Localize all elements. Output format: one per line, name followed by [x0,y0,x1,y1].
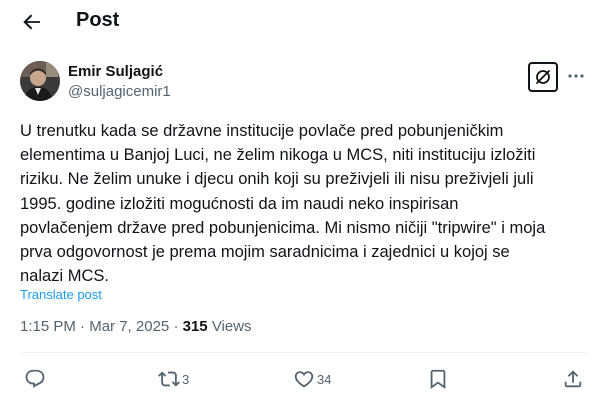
meta-separator: · [173,318,179,335]
views-label: Views [211,318,252,335]
avatar[interactable] [20,61,60,101]
more-options-button[interactable] [566,66,586,86]
arrow-left-icon [23,14,40,30]
translate-post-link[interactable]: Translate post [20,287,102,302]
divider [20,352,586,353]
post-date[interactable]: Mar 7, 2025 [89,318,169,335]
tweet-text-line: nalazi MCS. [20,267,109,286]
post-time[interactable]: 1:15 PM [20,318,76,335]
repost-button[interactable]: 3 [158,368,198,392]
heart-icon [294,371,314,388]
like-count: 34 [317,372,332,387]
repost-count: 3 [182,372,190,387]
bookmark-button[interactable] [427,368,449,392]
grok-button[interactable] [528,62,558,92]
tweet-text: U trenutku kada se državne institucije p… [20,119,586,288]
like-button[interactable]: 34 [293,368,337,392]
meta-separator: · [80,318,86,335]
repost-icon [158,371,180,387]
more-horizontal-icon [568,74,584,78]
grok-icon [536,70,550,84]
tweet-text-line: 1995. godine izložiti mogućnosti da im n… [20,194,459,213]
page-title: Post [76,9,120,31]
tweet-text-line: povlačenjem države pred pobunjenicima. M… [20,218,546,237]
back-button[interactable] [20,10,44,34]
tweet-text-line: elementima u Banjoj Luci, ne želim nikog… [20,146,536,165]
post-header: Post [0,0,597,44]
tweet-text-line: riziku. Ne želim unuke i djecu onih koji… [20,170,534,189]
author-handle[interactable]: @suljagicemir1 [68,83,171,100]
post-meta: 1:15 PM · Mar 7, 2025 · 315 Views [20,318,252,335]
tweet-text-line: U trenutku kada se državne institucije p… [20,122,504,140]
tweet-text-line: prva odgovornost je prema mojim saradnic… [20,243,510,262]
reply-icon [25,369,45,388]
share-icon [564,370,582,388]
author-name[interactable]: Emir Suljagić [68,63,163,80]
views-count: 315 [182,318,208,335]
reply-button[interactable] [24,368,48,392]
bookmark-icon [430,369,446,390]
share-button[interactable] [562,368,584,392]
